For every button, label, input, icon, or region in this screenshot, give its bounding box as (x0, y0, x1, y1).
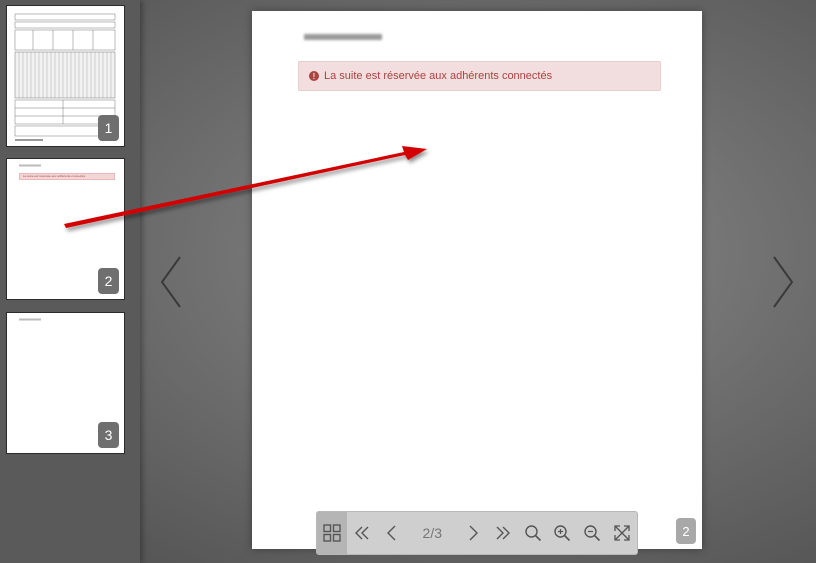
zoom-out-icon (584, 525, 601, 542)
fullscreen-button[interactable] (607, 512, 637, 554)
thumbnail-number: 2 (98, 268, 119, 294)
thumbnail-number: 1 (98, 115, 119, 141)
last-page-icon (496, 526, 510, 540)
viewer-toolbar: 2/3 (316, 511, 638, 555)
next-page-arrow[interactable] (770, 255, 796, 309)
header-placeholder (19, 164, 41, 167)
members-only-alert: ! La suite est réservée aux adhérents co… (298, 61, 661, 91)
alert-message: La suite est réservée aux adhérents conn… (324, 70, 553, 82)
zoom-in-icon (554, 525, 571, 542)
previous-page-arrow[interactable] (158, 255, 184, 309)
search-button[interactable] (518, 512, 548, 554)
first-page-icon (354, 526, 369, 540)
thumbnail-alert: La suite est réservée aux adhérents conn… (19, 173, 115, 180)
fullscreen-icon (614, 525, 630, 541)
blurred-page-header (304, 34, 382, 40)
zoom-out-button[interactable] (577, 512, 607, 554)
thumbnail-sidebar: 1 La suite est réservée aux adhérents co… (0, 0, 140, 563)
next-page-icon (469, 525, 479, 541)
prev-page-icon (386, 525, 396, 541)
thumbnail-page-3[interactable]: 3 (6, 312, 125, 454)
search-icon (524, 525, 541, 542)
previous-page-button[interactable] (377, 512, 407, 554)
grid-icon (323, 524, 341, 542)
first-page-button[interactable] (347, 512, 377, 554)
zoom-in-button[interactable] (548, 512, 578, 554)
header-placeholder (19, 318, 41, 321)
thumbnail-page-2[interactable]: La suite est réservée aux adhérents conn… (6, 158, 125, 300)
exclamation-circle-icon: ! (309, 71, 319, 81)
thumbnail-page-1[interactable]: 1 (6, 5, 125, 147)
last-page-button[interactable] (488, 512, 518, 554)
next-page-button[interactable] (458, 512, 488, 554)
page-number-badge: 2 (676, 518, 696, 544)
page-indicator: 2/3 (422, 525, 442, 541)
grid-view-button[interactable] (317, 512, 347, 554)
document-page: ! La suite est réservée aux adhérents co… (252, 11, 702, 549)
thumbnail-number: 3 (98, 422, 119, 448)
